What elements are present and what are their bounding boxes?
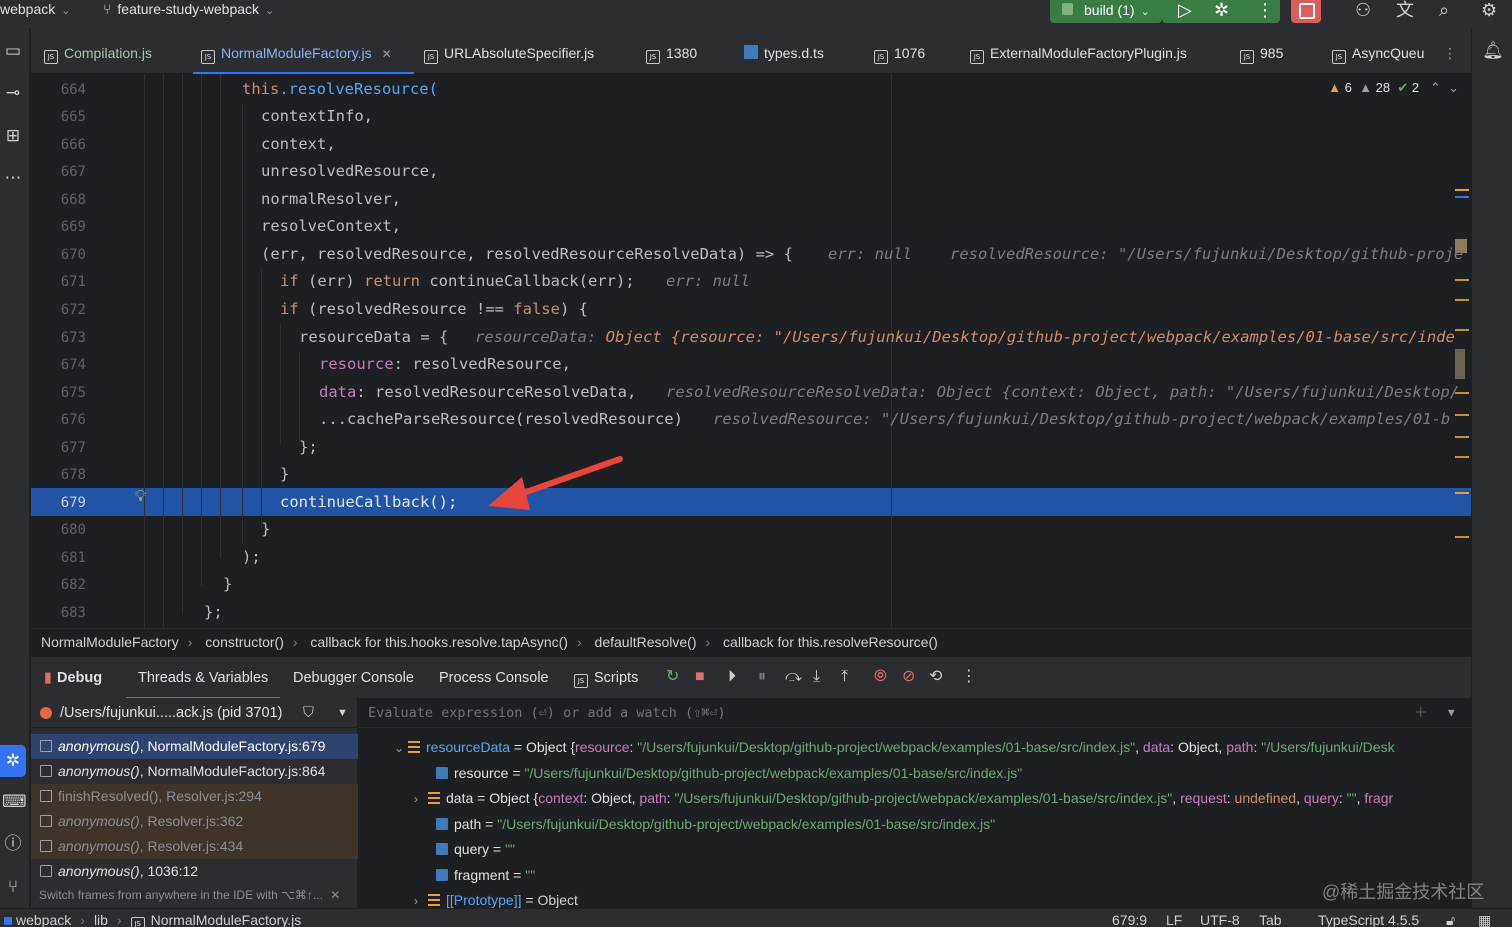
breadcrumb: NormalModuleFactory › constructor() › call… xyxy=(31,628,1471,655)
object-icon xyxy=(428,894,440,906)
thread-selector[interactable]: /Users/fujunkui.....ack.js (pid 3701) ⛉ … xyxy=(31,698,358,728)
close-icon[interactable]: ✕ xyxy=(330,888,340,902)
variable-row[interactable]: query = "" xyxy=(436,837,515,862)
resume-icon[interactable]: ⏵ xyxy=(728,666,736,688)
frame-icon xyxy=(40,865,52,877)
tab-scripts[interactable]: JS Scripts xyxy=(574,657,638,699)
indent-setting[interactable]: Tab xyxy=(1259,909,1282,927)
pause-icon[interactable]: ⏸ xyxy=(758,666,766,688)
add-watch-icon[interactable]: ＋ xyxy=(1414,698,1428,728)
watermark: @稀土掘金技术社区 xyxy=(1322,882,1485,902)
status-path[interactable]: webpack › lib › JS NormalModuleFactory.js xyxy=(4,909,301,927)
restore-layout-icon[interactable]: ⟲ xyxy=(929,666,942,688)
variables-tree: ⌄ resourceData = Object {resource: "/User… xyxy=(358,728,1471,908)
stack-frame[interactable]: anonymous(), NormalModuleFactory.js:864 xyxy=(31,759,358,784)
lock-icon[interactable]: 🔓︎ xyxy=(1446,909,1455,927)
frame-icon xyxy=(40,740,52,752)
line-separator[interactable]: LF xyxy=(1166,909,1182,927)
dropdown-icon[interactable]: ▼ xyxy=(337,698,348,728)
expand-arrow-icon[interactable]: › xyxy=(414,787,428,812)
object-icon xyxy=(428,792,440,804)
stack-frame[interactable]: anonymous(), Resolver.js:434 xyxy=(31,834,358,859)
tab-process-console[interactable]: Process Console xyxy=(439,657,549,699)
filter-icon[interactable]: ⛉ xyxy=(303,698,314,728)
frame-icon xyxy=(40,790,52,802)
breadcrumb-item[interactable]: NormalModuleFactory xyxy=(41,634,179,650)
thread-status-icon xyxy=(40,707,52,719)
debug-toolbar: ▮ Debug Threads & Variables Debugger Cons… xyxy=(31,656,1471,699)
tab-threads-variables[interactable]: Threads & Variables xyxy=(125,657,281,699)
collapse-arrow-icon[interactable]: ⌄ xyxy=(394,736,408,761)
frames-panel: /Users/fujunkui.....ack.js (pid 3701) ⛉ … xyxy=(31,698,358,908)
frame-icon xyxy=(40,765,52,777)
field-icon xyxy=(436,869,448,881)
stack-frame[interactable]: anonymous(), NormalModuleFactory.js:679 xyxy=(31,734,358,759)
rerun-icon[interactable]: ↻ xyxy=(666,666,679,688)
step-into-icon[interactable]: ⤓ xyxy=(813,666,820,688)
mute-breakpoints-icon[interactable]: ⊘ xyxy=(902,666,915,688)
step-out-icon[interactable]: ⤒ xyxy=(841,666,848,688)
variable-row[interactable]: fragment = "" xyxy=(436,863,535,888)
variable-row[interactable]: ⌄ resourceData = Object {resource: "/User… xyxy=(394,735,1395,760)
breadcrumb-item[interactable]: constructor() xyxy=(205,634,284,650)
field-icon xyxy=(436,843,448,855)
plugin-status-icon[interactable]: ▦ xyxy=(1478,909,1491,927)
language-service[interactable]: TypeScript 4.5.5 xyxy=(1318,909,1419,927)
debug-bug-icon: ▮ xyxy=(44,670,52,686)
variable-row[interactable]: › data = Object {context: Object, path: "… xyxy=(414,786,1393,811)
field-icon xyxy=(436,818,448,830)
stop-icon[interactable]: ■ xyxy=(695,666,705,688)
breadcrumb-item[interactable]: callback for this.hooks.resolve.tapAsync… xyxy=(310,634,568,650)
variable-row[interactable]: › [[Prototype]] = Object xyxy=(414,888,578,908)
frame-icon xyxy=(40,815,52,827)
breadcrumb-item[interactable]: defaultResolve() xyxy=(595,634,697,650)
breadcrumb-item[interactable]: callback for this.resolveResource() xyxy=(723,634,938,650)
field-icon xyxy=(436,767,448,779)
frames-hint: Switch frames from anywhere in the IDE w… xyxy=(39,888,341,902)
dropdown-icon[interactable]: ▼ xyxy=(1448,698,1455,728)
tab-debugger-console[interactable]: Debugger Console xyxy=(293,657,414,699)
caret-position[interactable]: 679:9 xyxy=(1112,909,1147,927)
arrow-to-current-line xyxy=(488,456,623,510)
view-breakpoints-icon[interactable]: ⦾ xyxy=(874,666,887,688)
expand-arrow-icon[interactable]: › xyxy=(414,889,428,908)
file-encoding[interactable]: UTF-8 xyxy=(1200,909,1240,927)
object-icon xyxy=(408,741,420,753)
stack-frame[interactable]: anonymous(), 1036:12 xyxy=(31,859,358,884)
debug-title[interactable]: ▮ Debug xyxy=(44,657,102,699)
stack-frame[interactable]: finishResolved(), Resolver.js:294 xyxy=(31,784,358,809)
js-file-icon: JS xyxy=(130,917,145,927)
status-bar: webpack › lib › JS NormalModuleFactory.js 679… xyxy=(0,908,1512,927)
step-over-icon[interactable]: ⤼ xyxy=(785,666,802,688)
variable-row[interactable]: resource = "/Users/fujunkui/Desktop/gith… xyxy=(436,761,1022,786)
module-icon xyxy=(4,917,12,925)
stack-frame[interactable]: anonymous(), Resolver.js:362 xyxy=(31,809,358,834)
more-options-icon[interactable]: ⋮ xyxy=(961,666,977,688)
evaluate-expression-input[interactable]: Evaluate expression (⏎) or add a watch (… xyxy=(358,698,1471,728)
js-file-icon: JS xyxy=(574,674,588,688)
frame-icon xyxy=(40,840,52,852)
variable-row[interactable]: path = "/Users/fujunkui/Desktop/github-p… xyxy=(436,812,995,837)
